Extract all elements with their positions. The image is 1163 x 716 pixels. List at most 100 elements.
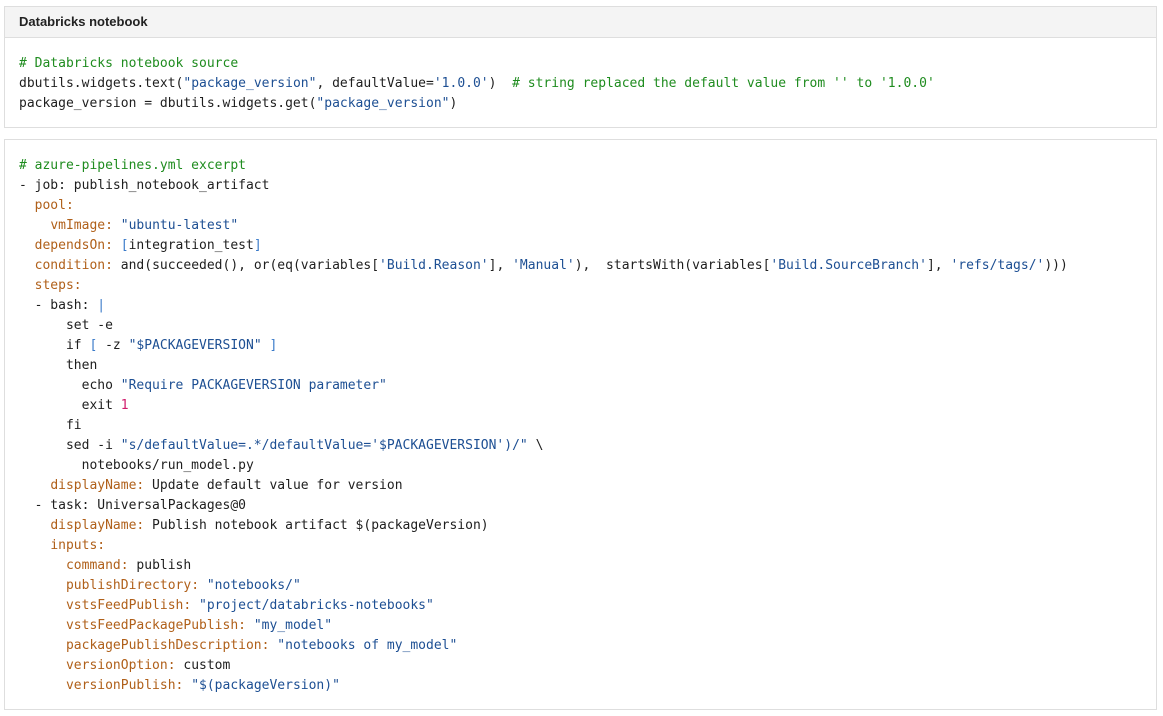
code-line: sed -i "s/defaultValue=.*/defaultValue='… <box>19 436 1142 456</box>
code-token: packagePublishDescription: <box>65 638 270 653</box>
code-token: "package_version" <box>316 96 450 111</box>
code-token: 'Build.Reason' <box>379 258 489 273</box>
code-line: exit 1 <box>19 396 1142 416</box>
code-token: 'refs/tags/' <box>950 258 1045 273</box>
code-token: inputs: <box>50 538 106 553</box>
code-token: , defaultValue= <box>316 76 434 91</box>
pipeline-code-block[interactable]: # azure-pipelines.yml excerpt - job: publ… <box>5 140 1156 696</box>
code-line: package_version = dbutils.widgets.get("p… <box>19 94 1142 114</box>
code-token: dbutils.widgets.text( <box>19 76 184 91</box>
code-token: '1.0.0' <box>433 76 489 91</box>
code-token: ) <box>488 76 513 91</box>
code-line: inputs: <box>19 536 1142 556</box>
code-token: - job: publish_notebook_artifact <box>19 178 270 193</box>
code-line: versionOption: custom <box>19 656 1142 676</box>
code-line: vmImage: "ubuntu-latest" <box>19 216 1142 236</box>
code-line: dependsOn: [integration_test] <box>19 236 1142 256</box>
code-token: - task: UniversalPackages@0 <box>19 498 246 513</box>
code-token: 'Manual' <box>512 258 575 273</box>
code-token: ))) <box>1044 258 1068 273</box>
code-token: "ubuntu-latest" <box>120 218 239 233</box>
code-token: ] <box>253 238 262 253</box>
code-token: ], <box>926 258 951 273</box>
code-token: | <box>97 298 106 313</box>
code-token: Publish notebook artifact $(packageVersi… <box>144 518 489 533</box>
code-token: versionPublish: <box>65 678 184 693</box>
code-line: displayName: Publish notebook artifact $… <box>19 516 1142 536</box>
code-line: dbutils.widgets.text("package_version", … <box>19 74 1142 94</box>
code-token: exit <box>19 398 121 413</box>
code-token: - bash: <box>19 298 98 313</box>
code-token: notebooks/run_model.py <box>19 458 254 473</box>
code-token: and(succeeded(), or(eq(variables[ <box>112 258 380 273</box>
code-token: displayName: <box>50 478 145 493</box>
code-line: notebooks/run_model.py <box>19 456 1142 476</box>
code-line: publishDirectory: "notebooks/" <box>19 576 1142 596</box>
code-token: Update default value for version <box>144 478 403 493</box>
code-line: vstsFeedPublish: "project/databricks-not… <box>19 596 1142 616</box>
code-token: steps: <box>34 278 82 293</box>
code-token: custom <box>175 658 231 673</box>
code-token: "$(packageVersion)" <box>191 678 340 693</box>
code-line: - task: UniversalPackages@0 <box>19 496 1142 516</box>
code-line: steps: <box>19 276 1142 296</box>
code-token: command: <box>65 558 129 573</box>
code-line: # azure-pipelines.yml excerpt <box>19 156 1142 176</box>
code-line: displayName: Update default value for ve… <box>19 476 1142 496</box>
code-token: displayName: <box>50 518 145 533</box>
code-token: ] <box>269 338 278 353</box>
code-line: set -e <box>19 316 1142 336</box>
notebook-code-panel: Databricks notebook # Databricks noteboo… <box>4 6 1157 128</box>
code-token: 1 <box>120 398 129 413</box>
code-token: # Databricks notebook source <box>19 56 239 71</box>
code-token: # string replaced the default value from… <box>512 76 935 91</box>
code-token: ], <box>488 258 513 273</box>
code-line: pool: <box>19 196 1142 216</box>
pipeline-code-panel: # azure-pipelines.yml excerpt - job: publ… <box>4 139 1157 710</box>
code-line: fi <box>19 416 1142 436</box>
code-token: "my_model" <box>253 618 333 633</box>
code-token: -z <box>97 338 129 353</box>
code-line: command: publish <box>19 556 1142 576</box>
code-token: vmImage: <box>50 218 113 233</box>
code-token: sed -i <box>19 438 121 453</box>
code-line: then <box>19 356 1142 376</box>
code-token: ), startsWith(variables[ <box>574 258 771 273</box>
code-token: pool: <box>34 198 74 213</box>
code-line: # Databricks notebook source <box>19 54 1142 74</box>
code-token: echo <box>19 378 121 393</box>
code-token: if <box>19 338 90 353</box>
code-token: dependsOn: <box>34 238 113 253</box>
code-line: condition: and(succeeded(), or(eq(variab… <box>19 256 1142 276</box>
code-token: set -e <box>19 318 113 333</box>
code-token: vstsFeedPackagePublish: <box>65 618 246 633</box>
code-token: "Require PACKAGEVERSION parameter" <box>120 378 387 393</box>
code-line: echo "Require PACKAGEVERSION parameter" <box>19 376 1142 396</box>
notebook-code-block[interactable]: # Databricks notebook source dbutils.widg… <box>5 38 1156 114</box>
code-token: 'Build.SourceBranch' <box>770 258 927 273</box>
code-token: publish <box>128 558 192 573</box>
code-token: fi <box>19 418 82 433</box>
code-token: package_version = dbutils.widgets.get( <box>19 96 317 111</box>
code-line: - bash: | <box>19 296 1142 316</box>
code-token: "notebooks of my_model" <box>277 638 458 653</box>
code-line: vstsFeedPackagePublish: "my_model" <box>19 616 1142 636</box>
panel-title: Databricks notebook <box>5 7 1156 38</box>
code-line: if [ -z "$PACKAGEVERSION" ] <box>19 336 1142 356</box>
code-line: versionPublish: "$(packageVersion)" <box>19 676 1142 696</box>
code-token: condition: <box>34 258 113 273</box>
